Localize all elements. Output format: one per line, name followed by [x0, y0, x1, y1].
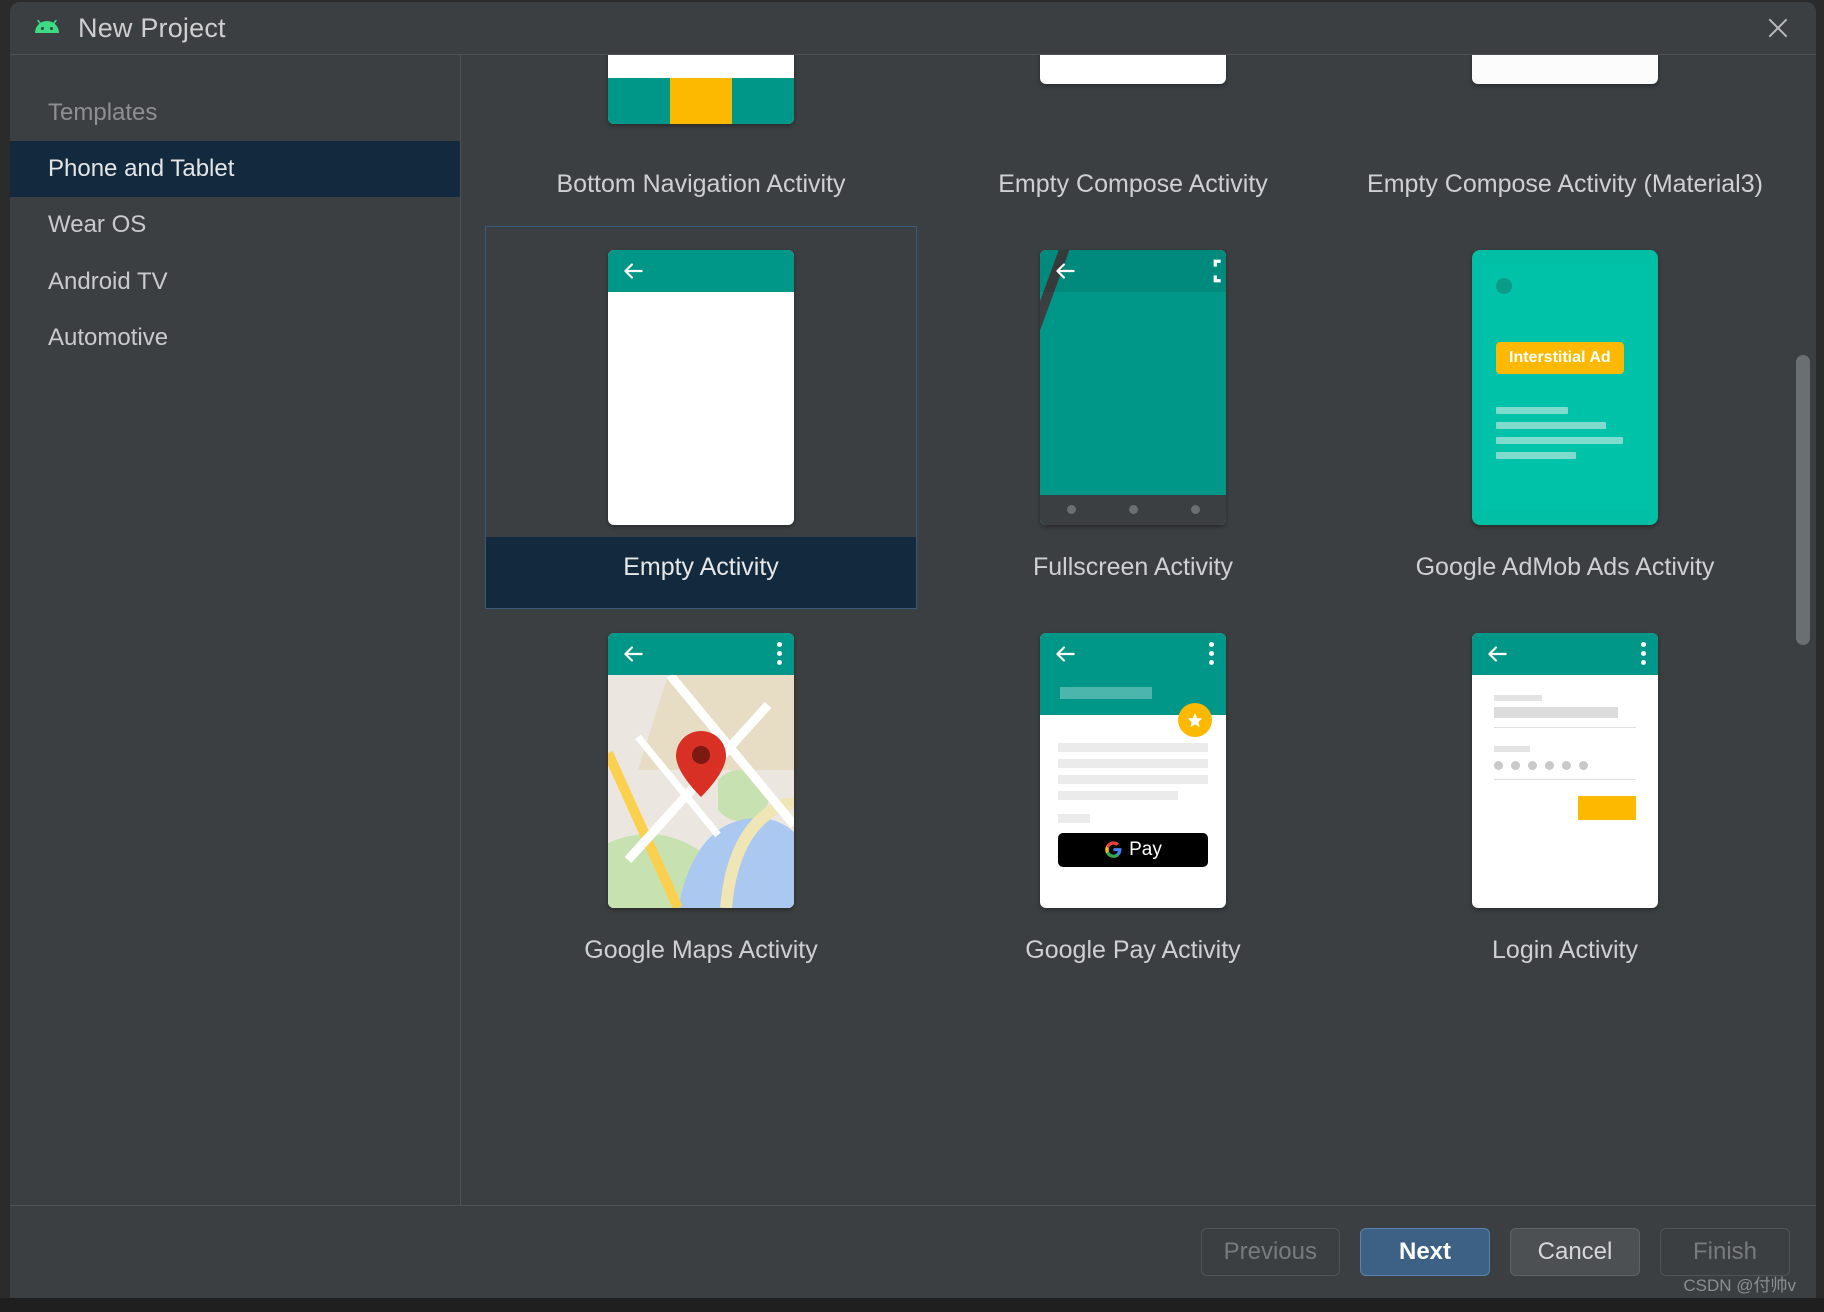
back-arrow-icon: [624, 262, 643, 279]
template-card-empty-compose-activity-material3[interactable]: Empty Compose Activity (Material3): [1349, 55, 1781, 226]
category-sidebar: Templates Phone and Tablet Wear OS Andro…: [10, 55, 461, 1205]
next-button[interactable]: Next: [1360, 1228, 1490, 1276]
app-bar: [608, 249, 794, 292]
sidebar-header: Templates: [48, 99, 158, 126]
gpay-content: Pay: [1040, 715, 1226, 867]
google-g-icon: [1105, 841, 1122, 858]
app-bar: [1040, 632, 1226, 675]
star-fab[interactable]: [1178, 702, 1212, 737]
template-card-fullscreen-activity[interactable]: Fullscreen Activity: [917, 226, 1349, 609]
overflow-menu-icon[interactable]: [1209, 642, 1214, 665]
template-label: Fullscreen Activity: [1032, 553, 1234, 581]
template-card-bottom-navigation-activity[interactable]: Bottom Navigation Activity: [485, 55, 917, 226]
template-card-google-pay-activity[interactable]: Pay Google Pay Activity: [917, 609, 1349, 992]
template-label: Empty Compose Activity (Material3): [1367, 170, 1763, 198]
bottom-nav-thumb: [608, 55, 794, 124]
template-label: Google AdMob Ads Activity: [1415, 553, 1715, 581]
template-thumbnail: [486, 55, 916, 144]
maps-thumb: [608, 632, 794, 908]
dialog-title: New Project: [78, 12, 226, 43]
google-pay-button[interactable]: Pay: [1058, 832, 1208, 867]
template-label: Bottom Navigation Activity: [556, 170, 846, 198]
google-pay-label: Pay: [1129, 838, 1162, 860]
fullscreen-thumb: [1040, 249, 1226, 525]
gpay-thumb: Pay: [1040, 632, 1226, 908]
template-thumbnail: [486, 630, 916, 910]
sidebar-item-phone-and-tablet[interactable]: Phone and Tablet: [10, 141, 460, 198]
template-label: Empty Compose Activity: [998, 170, 1268, 198]
template-card-empty-compose-activity[interactable]: Empty Compose Activity: [917, 55, 1349, 226]
template-card-empty-activity[interactable]: Empty Activity: [485, 226, 917, 609]
system-nav-bar: [1040, 494, 1226, 525]
sidebar-item-android-tv[interactable]: Android TV: [10, 254, 460, 310]
sidebar-item-automotive[interactable]: Automotive: [10, 310, 460, 366]
sidebar-item-wear-os[interactable]: Wear OS: [10, 197, 460, 253]
new-project-dialog: New Project Templates Phone and Tablet W…: [10, 2, 1816, 1298]
empty-activity-thumb: [608, 249, 794, 525]
template-thumbnail: [1350, 55, 1780, 144]
admob-screen: Interstitial Ad: [1482, 263, 1648, 511]
template-label: Google Pay Activity: [1025, 936, 1241, 964]
star-icon: [1187, 712, 1203, 727]
os-taskbar: [0, 1298, 1824, 1312]
back-arrow-icon: [624, 645, 643, 662]
template-label: Empty Activity: [486, 537, 916, 608]
cancel-button[interactable]: Cancel: [1510, 1228, 1640, 1276]
dialog-titlebar: New Project: [10, 2, 1816, 54]
avatar-dot: [1496, 277, 1512, 294]
login-thumb: [1472, 632, 1658, 908]
app-bar: [608, 632, 794, 675]
android-robot-icon: [32, 18, 62, 38]
template-label: Google Maps Activity: [584, 936, 818, 964]
dialog-body: Templates Phone and Tablet Wear OS Andro…: [10, 54, 1816, 1205]
template-thumbnail: [918, 247, 1348, 527]
overflow-menu-icon[interactable]: [777, 642, 782, 665]
app-bar: [1472, 632, 1658, 675]
compose-logo-thumb: [1040, 55, 1226, 84]
login-form: [1472, 675, 1658, 820]
overflow-menu-icon[interactable]: [1641, 642, 1646, 665]
previous-button[interactable]: Previous: [1200, 1228, 1340, 1276]
map-canvas: [608, 674, 794, 908]
header-placeholder-bar: [1060, 686, 1152, 699]
template-card-google-maps-activity[interactable]: Google Maps Activity: [485, 609, 917, 992]
back-arrow-icon: [1488, 645, 1507, 662]
template-thumbnail: [918, 55, 1348, 144]
back-arrow-icon: [1056, 262, 1075, 279]
template-grid: Bottom Navigation Activity Empty Compose…: [461, 55, 1805, 992]
close-button[interactable]: [1740, 2, 1816, 54]
template-card-login-activity[interactable]: Login Activity: [1349, 609, 1781, 992]
app-bar: [1040, 249, 1226, 292]
watermark: CSDN @付帅v: [1683, 1276, 1796, 1295]
template-thumbnail: Pay: [918, 630, 1348, 910]
login-submit-button[interactable]: [1578, 795, 1636, 820]
back-arrow-icon: [1056, 645, 1075, 662]
template-thumbnail: [486, 247, 916, 527]
bottom-nav-bar: [608, 78, 794, 124]
template-label: Login Activity: [1492, 936, 1638, 964]
compose-logo-m3-thumb: [1472, 55, 1658, 84]
template-card-google-admob-ads-activity[interactable]: Interstitial Ad Google AdMob Ads Activit…: [1349, 226, 1781, 609]
dialog-footer: Previous Next Cancel Finish CSDN @付帅v: [10, 1205, 1816, 1298]
template-thumbnail: Interstitial Ad: [1350, 247, 1780, 527]
finish-button[interactable]: Finish: [1660, 1228, 1790, 1276]
template-thumbnail: [1350, 630, 1780, 910]
template-grid-panel: Bottom Navigation Activity Empty Compose…: [461, 55, 1816, 1205]
password-dots: [1494, 760, 1636, 770]
fullscreen-expand-icon: [1213, 259, 1221, 282]
close-icon: [1768, 18, 1788, 38]
interstitial-ad-badge: Interstitial Ad: [1496, 341, 1624, 374]
vertical-scrollbar[interactable]: [1796, 355, 1810, 645]
admob-thumb: Interstitial Ad: [1472, 249, 1658, 525]
